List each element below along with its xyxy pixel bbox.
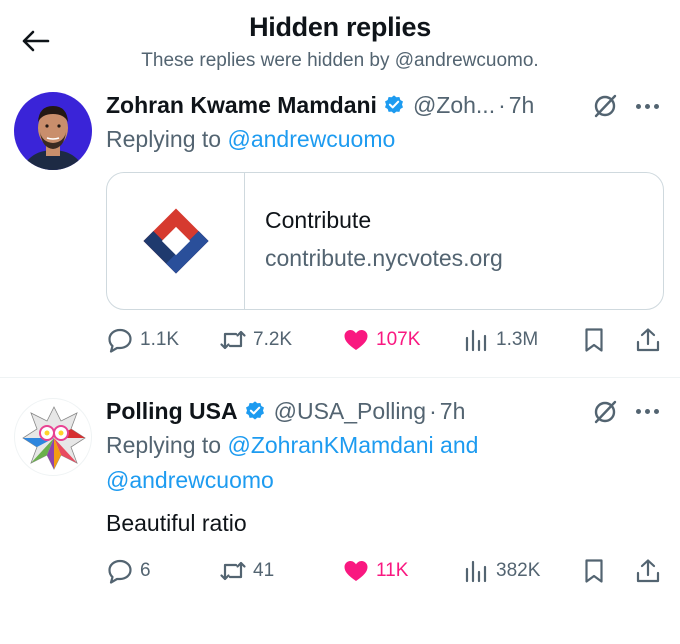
like-button[interactable]: 11K bbox=[342, 554, 408, 588]
bookmark-icon bbox=[585, 559, 603, 583]
tweet-actions: 6 41 11K 382K bbox=[106, 554, 666, 588]
views-count: 382K bbox=[496, 560, 541, 581]
replying-to: Replying to @ZohranKMamdani and @andrewc… bbox=[106, 428, 546, 498]
user-handle[interactable]: @USA_Polling bbox=[274, 398, 426, 425]
timestamp[interactable]: 7h bbox=[440, 398, 466, 425]
like-count: 11K bbox=[376, 560, 409, 581]
more-icon bbox=[635, 408, 641, 414]
bookmark-button[interactable] bbox=[580, 554, 614, 588]
share-button[interactable] bbox=[634, 554, 668, 588]
tweet-2[interactable]: Polling USA @USA_Polling · 7h Replying t… bbox=[0, 0, 680, 644]
replying-prefix: Replying to bbox=[106, 432, 222, 458]
mention-link[interactable]: @ZohranKMamdani bbox=[227, 432, 433, 458]
like-icon bbox=[344, 561, 368, 581]
repost-icon bbox=[220, 561, 246, 581]
replying-and: and bbox=[440, 432, 479, 458]
views-icon bbox=[465, 560, 487, 583]
mention-link[interactable]: @andrewcuomo bbox=[106, 467, 274, 493]
verified-badge-icon bbox=[245, 401, 264, 420]
separator-dot: · bbox=[429, 397, 437, 424]
reply-button[interactable]: 6 bbox=[106, 554, 151, 588]
repost-count: 41 bbox=[253, 560, 275, 581]
reply-icon bbox=[108, 559, 132, 584]
repost-button[interactable]: 41 bbox=[219, 554, 274, 588]
display-name[interactable]: Polling USA bbox=[106, 398, 238, 425]
views-button[interactable]: 382K bbox=[462, 554, 540, 588]
tweet-text: Beautiful ratio bbox=[106, 510, 247, 536]
reply-count: 6 bbox=[140, 560, 151, 581]
avatar[interactable] bbox=[14, 398, 92, 476]
tweet-header: Polling USA @USA_Polling · 7h bbox=[106, 394, 660, 428]
more-button[interactable] bbox=[632, 401, 662, 421]
share-icon bbox=[636, 559, 660, 583]
hidden-reply-icon[interactable] bbox=[592, 399, 618, 425]
